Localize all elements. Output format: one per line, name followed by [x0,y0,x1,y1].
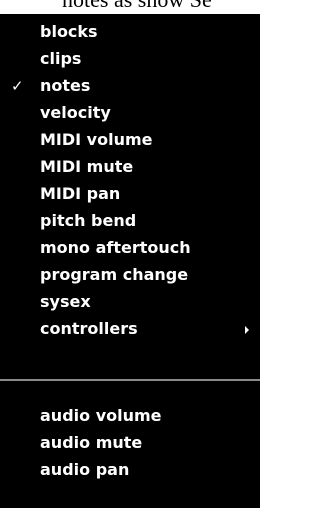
title-text-fragment: notes as show Se [62,0,212,13]
track-display-menu: blocks clips ✓ notes velocity MIDI volum… [0,14,260,508]
checkmark-icon: ✓ [11,77,24,95]
menu-item-label: audio volume [40,406,162,425]
window-title-fragment: notes as show Se [0,0,260,14]
menu-item-label: blocks [40,22,98,41]
menu-item-pitch-bend[interactable]: pitch bend [0,207,260,235]
menu-item-label: velocity [40,103,111,122]
menu-item-audio-pan[interactable]: audio pan [0,456,260,484]
menu-item-audio-mute[interactable]: audio mute [0,429,260,457]
menu-item-controllers[interactable]: controllers [0,315,260,343]
menu-item-label: mono aftertouch [40,238,191,257]
menu-item-label: program change [40,265,189,284]
menu-item-label: audio mute [40,433,143,452]
menu-item-label: MIDI volume [40,130,153,149]
menu-item-midi-pan[interactable]: MIDI pan [0,180,260,208]
menu-item-label: controllers [40,319,138,338]
menu-item-sysex[interactable]: sysex [0,288,260,316]
menu-item-blocks[interactable]: blocks [0,18,260,46]
menu-item-label: audio pan [40,460,130,479]
menu-item-program-change[interactable]: program change [0,261,260,289]
menu-item-velocity[interactable]: velocity [0,99,260,127]
menu-item-clips[interactable]: clips [0,45,260,73]
menu-item-mono-aftertouch[interactable]: mono aftertouch [0,234,260,262]
menu-item-label: notes [40,76,91,95]
menu-item-notes[interactable]: ✓ notes [0,72,260,100]
menu-item-label: MIDI mute [40,157,134,176]
submenu-arrow-icon [245,326,249,334]
menu-item-label: clips [40,49,82,68]
menu-item-label: pitch bend [40,211,137,230]
menu-item-label: sysex [40,292,91,311]
menu-separator [0,379,260,381]
menu-item-audio-volume[interactable]: audio volume [0,402,260,430]
menu-item-midi-volume[interactable]: MIDI volume [0,126,260,154]
menu-item-label: MIDI pan [40,184,121,203]
menu-item-midi-mute[interactable]: MIDI mute [0,153,260,181]
